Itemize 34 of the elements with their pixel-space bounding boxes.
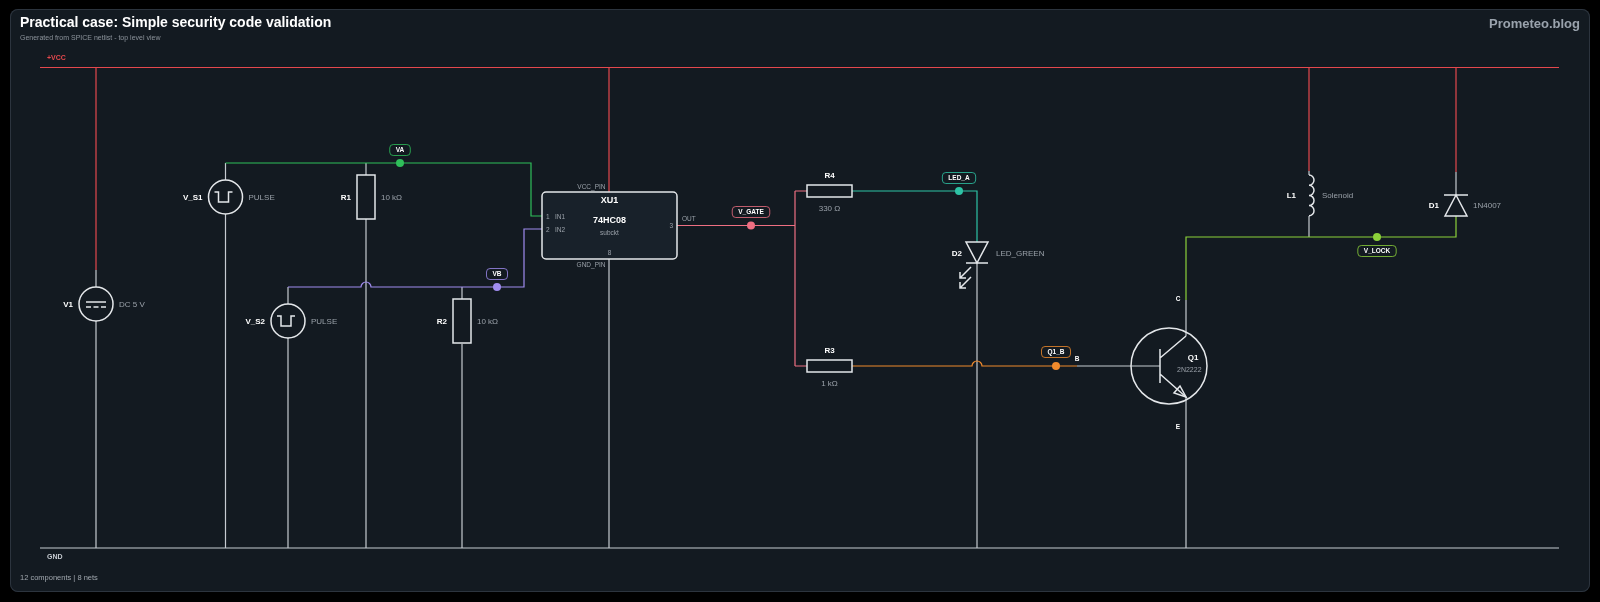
pulse-source-symbol (270, 303, 306, 339)
resistor-symbol (806, 359, 853, 373)
component-ref-label: L1 (1286, 191, 1296, 200)
component-value-label: PULSE (248, 193, 275, 202)
component-ref-label: V_S1 (182, 193, 203, 202)
component-ref-label: R4 (824, 171, 835, 180)
component-value-label: DC 5 V (119, 300, 145, 309)
resistor-symbol (452, 298, 472, 344)
component-value-label: Solenoid (1322, 191, 1354, 200)
diode-symbol (1443, 194, 1469, 217)
component-value-label: 330 Ω (818, 204, 841, 213)
component-ref-label: D1 (1428, 201, 1439, 210)
component-value-label: 1N4007 (1473, 201, 1502, 210)
component-ref-label: R3 (824, 346, 835, 355)
component-ref-label: R1 (340, 193, 351, 202)
inductor-symbol (1308, 174, 1315, 217)
brand-label: Prometeo.blog (1489, 15, 1580, 31)
component-value-label: 74HC08 (593, 215, 626, 225)
component-value-label: 1 kΩ (821, 379, 838, 388)
dc-source-symbol (78, 286, 114, 322)
component-value-label: PULSE (311, 317, 338, 326)
component-ref-label: XU1 (600, 195, 619, 205)
component-ref-label: Q1 (1187, 353, 1199, 362)
component-ref-label: V1 (63, 300, 73, 309)
component-ref-label: R2 (436, 317, 447, 326)
component-value-label: 10 kΩ (381, 193, 403, 202)
component-ref-label: V_S2 (245, 317, 265, 326)
pulse-source-symbol (207, 179, 244, 215)
resistor-symbol (806, 184, 853, 198)
component-value-label: 10 kΩ (477, 317, 499, 326)
component-value-label: LED_GREEN (996, 249, 1045, 258)
page-title: Practical case: Simple security code validation (20, 14, 332, 30)
resistor-symbol (356, 174, 376, 220)
component-ref-label: D2 (951, 249, 962, 258)
